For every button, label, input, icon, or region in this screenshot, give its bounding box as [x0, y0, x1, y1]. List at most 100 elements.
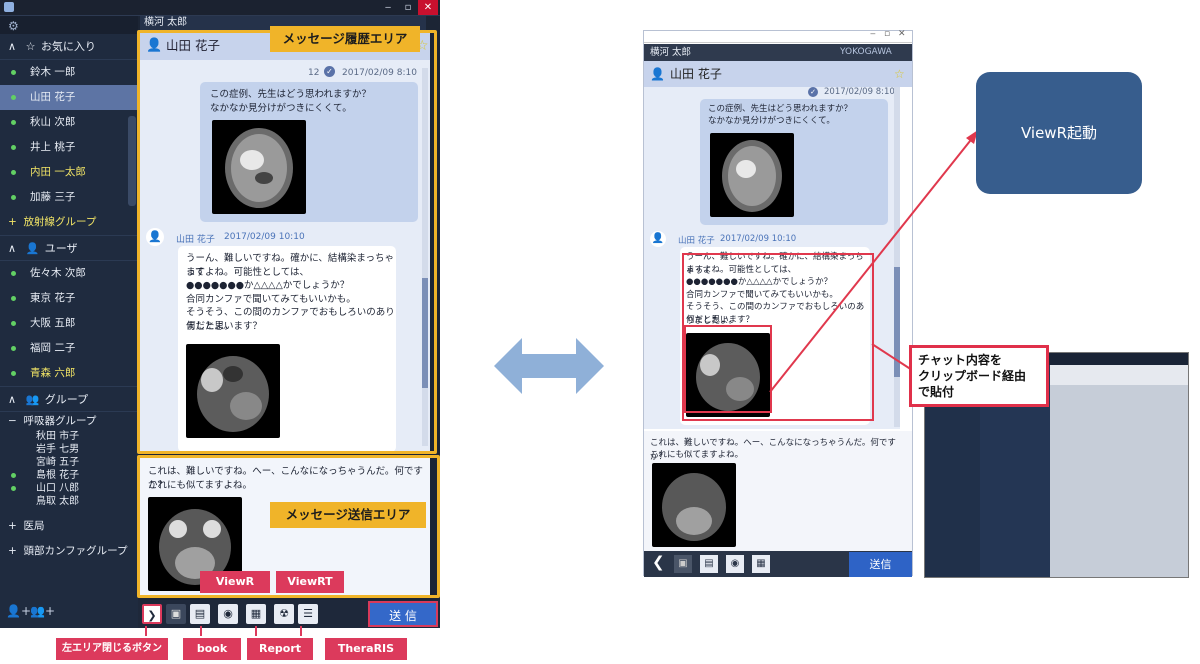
close-icon[interactable]: ✕ — [898, 29, 906, 39]
online-status-icon — [11, 371, 16, 376]
favorite-star-icon[interactable]: ☆ — [894, 61, 905, 87]
sidebar-item-label: 大阪 五郎 — [30, 317, 76, 329]
viewr-button[interactable]: ◉ — [218, 604, 238, 624]
group-collapsed-item-1[interactable]: + 頭部カンファグループ — [0, 539, 138, 564]
sender-avatar: 👤 — [650, 231, 666, 247]
groups-section[interactable]: ∧ 👥 グループ — [0, 386, 138, 412]
group-collapsed-item-0[interactable]: + 医局 — [0, 514, 138, 539]
connector-line — [145, 626, 147, 636]
plus-icon: + — [8, 545, 17, 557]
chat-icon[interactable]: ▣ — [674, 555, 692, 573]
sidebar-item-label: 井上 桃子 — [30, 141, 76, 153]
send-button[interactable]: 送 信 — [368, 601, 438, 627]
group-member-item[interactable]: 山口 八郎 — [0, 482, 138, 495]
book-label: book — [183, 638, 241, 660]
maximize-icon[interactable]: ▫ — [398, 0, 418, 15]
theraris-button[interactable]: ☰ — [298, 604, 318, 624]
users-section[interactable]: ∧ 👤 ユーザ — [0, 235, 138, 261]
sidebar-item-favorite[interactable]: 秋山 次郎 — [0, 110, 138, 135]
star-icon: ☆ — [25, 40, 36, 53]
sidebar-item-user[interactable]: 佐々木 次郎 — [0, 261, 138, 286]
chevron-up-icon: ∧ — [8, 40, 17, 53]
group-member-item[interactable]: 鳥取 太郎 — [0, 495, 138, 508]
sidebar-item-label: 佐々木 次郎 — [30, 267, 86, 279]
plus-icon: + — [8, 520, 17, 532]
book-button[interactable]: ▤ — [700, 555, 718, 573]
favorites-section[interactable]: ∧ ☆ お気に入り — [0, 34, 138, 60]
add-group-icon[interactable]: 👥+ — [30, 604, 55, 618]
image-selection-highlight — [684, 325, 772, 413]
chevron-left-icon[interactable]: ❮ — [652, 553, 665, 571]
msg2-sender: 山田 花子 — [678, 236, 715, 246]
online-status-icon — [11, 346, 16, 351]
left-app-window: ‒ ▫ ✕ ⚙ ∧ ☆ お気に入り 鈴木 一郎 山田 花子秋山 次郎井上 桃子内田… — [0, 0, 440, 636]
viewr-launch-callout: ViewR起動 — [976, 72, 1142, 194]
theraris-label: TheraRIS — [325, 638, 407, 660]
online-status-icon — [11, 486, 16, 491]
clipboard-line: チャット内容を — [918, 353, 1002, 367]
close-left-area-button[interactable]: ❯ — [142, 604, 162, 624]
history-area-highlight — [137, 30, 437, 454]
group-expanded-label: 呼吸器グループ — [23, 415, 97, 427]
brain-scan-graphic — [662, 473, 726, 541]
sidebar-item-user[interactable]: 東京 花子 — [0, 286, 138, 311]
groups-title: グループ — [44, 393, 89, 406]
group-member-label: 島根 花子 — [36, 470, 80, 481]
online-status-icon — [11, 473, 16, 478]
right-user-bar: 横河 太郎 YOKOGAWA — [644, 44, 912, 61]
report-label: Report — [247, 638, 313, 660]
sidebar-item-user[interactable]: 大阪 五郎 — [0, 311, 138, 336]
brain-scan-image[interactable] — [652, 463, 736, 547]
group-member-label: 山口 八郎 — [36, 483, 80, 494]
online-status-icon — [11, 95, 16, 100]
group-collapsed-label: 医局 — [23, 520, 45, 532]
clipboard-line: で貼付 — [918, 385, 955, 399]
sidebar-item-label: 秋山 次郎 — [30, 116, 76, 128]
favorites-group-label: 放射線グループ — [23, 216, 97, 228]
report-button[interactable]: ▦ — [246, 604, 266, 624]
sidebar-item-label: 加藤 三子 — [30, 191, 76, 203]
double-arrow-icon — [494, 338, 604, 394]
sidebar: ⚙ ∧ ☆ お気に入り 鈴木 一郎 山田 花子秋山 次郎井上 桃子内田 一太郎 加藤… — [0, 16, 138, 628]
minimize-icon[interactable]: ‒ — [378, 0, 398, 15]
favorites-group-item[interactable]: + 放射線グループ — [0, 210, 138, 235]
maximize-icon[interactable]: ▫ — [884, 29, 890, 39]
chat-icon[interactable]: ▣ — [166, 604, 186, 624]
user-icon: 👤 — [650, 67, 665, 81]
group-member-item[interactable]: 岩手 七男 — [0, 443, 138, 456]
sidebar-item-label: 内田 一太郎 — [30, 166, 86, 178]
sidebar-scrollbar[interactable] — [128, 116, 136, 206]
online-status-icon — [11, 145, 16, 150]
sidebar-item-user[interactable]: 青森 六郎 — [0, 361, 138, 386]
plus-icon: + — [8, 216, 17, 228]
clipboard-callout: チャット内容を クリップボード経由 で貼付 — [909, 345, 1049, 407]
book-button[interactable]: ▤ — [190, 604, 210, 624]
clipboard-line: クリップボード経由 — [918, 369, 1027, 383]
group-member-item[interactable]: 宮崎 五子 — [0, 456, 138, 469]
sidebar-item-favorite[interactable]: 鈴木 一郎 — [0, 60, 138, 85]
connector-line — [200, 626, 202, 636]
sidebar-item-favorite[interactable]: 山田 花子 — [0, 85, 138, 110]
report-button[interactable]: ▦ — [752, 555, 770, 573]
add-user-icon[interactable]: 👤+ — [6, 604, 31, 618]
close-icon[interactable]: ✕ — [418, 0, 438, 15]
sidebar-item-favorite[interactable]: 加藤 三子 — [0, 185, 138, 210]
sidebar-item-user[interactable]: 福岡 二子 — [0, 336, 138, 361]
minimize-icon[interactable]: ‒ — [870, 29, 876, 39]
users-list: 佐々木 次郎東京 花子大阪 五郎福岡 二子 青森 六郎 — [0, 261, 138, 386]
sidebar-item-favorite[interactable]: 内田 一太郎 — [0, 160, 138, 185]
send-button[interactable]: 送信 — [849, 552, 912, 577]
group-member-item[interactable]: 秋田 市子 — [0, 430, 138, 443]
group-member-item[interactable]: 島根 花子 — [0, 469, 138, 482]
viewrt-button[interactable]: ☢ — [274, 604, 294, 624]
sidebar-item-favorite[interactable]: 井上 桃子 — [0, 135, 138, 160]
group-expanded-item[interactable]: − 呼吸器グループ — [0, 412, 138, 430]
gear-icon[interactable]: ⚙ — [8, 19, 19, 33]
group-members-list: 秋田 市子 岩手 七男 宮崎 五子 島根 花子山口 八郎 鳥取 太郎 — [0, 430, 138, 508]
message-send-area[interactable]: これは、難しいですね。へー、こんなになっちゃうんだ。何ですか？ これにも似てます… — [644, 431, 912, 551]
viewr-button[interactable]: ◉ — [726, 555, 744, 573]
connector-line — [255, 626, 257, 636]
online-status-icon — [11, 120, 16, 125]
online-status-icon — [11, 70, 16, 75]
draft-line: これにも似てますよね。 — [650, 450, 744, 460]
